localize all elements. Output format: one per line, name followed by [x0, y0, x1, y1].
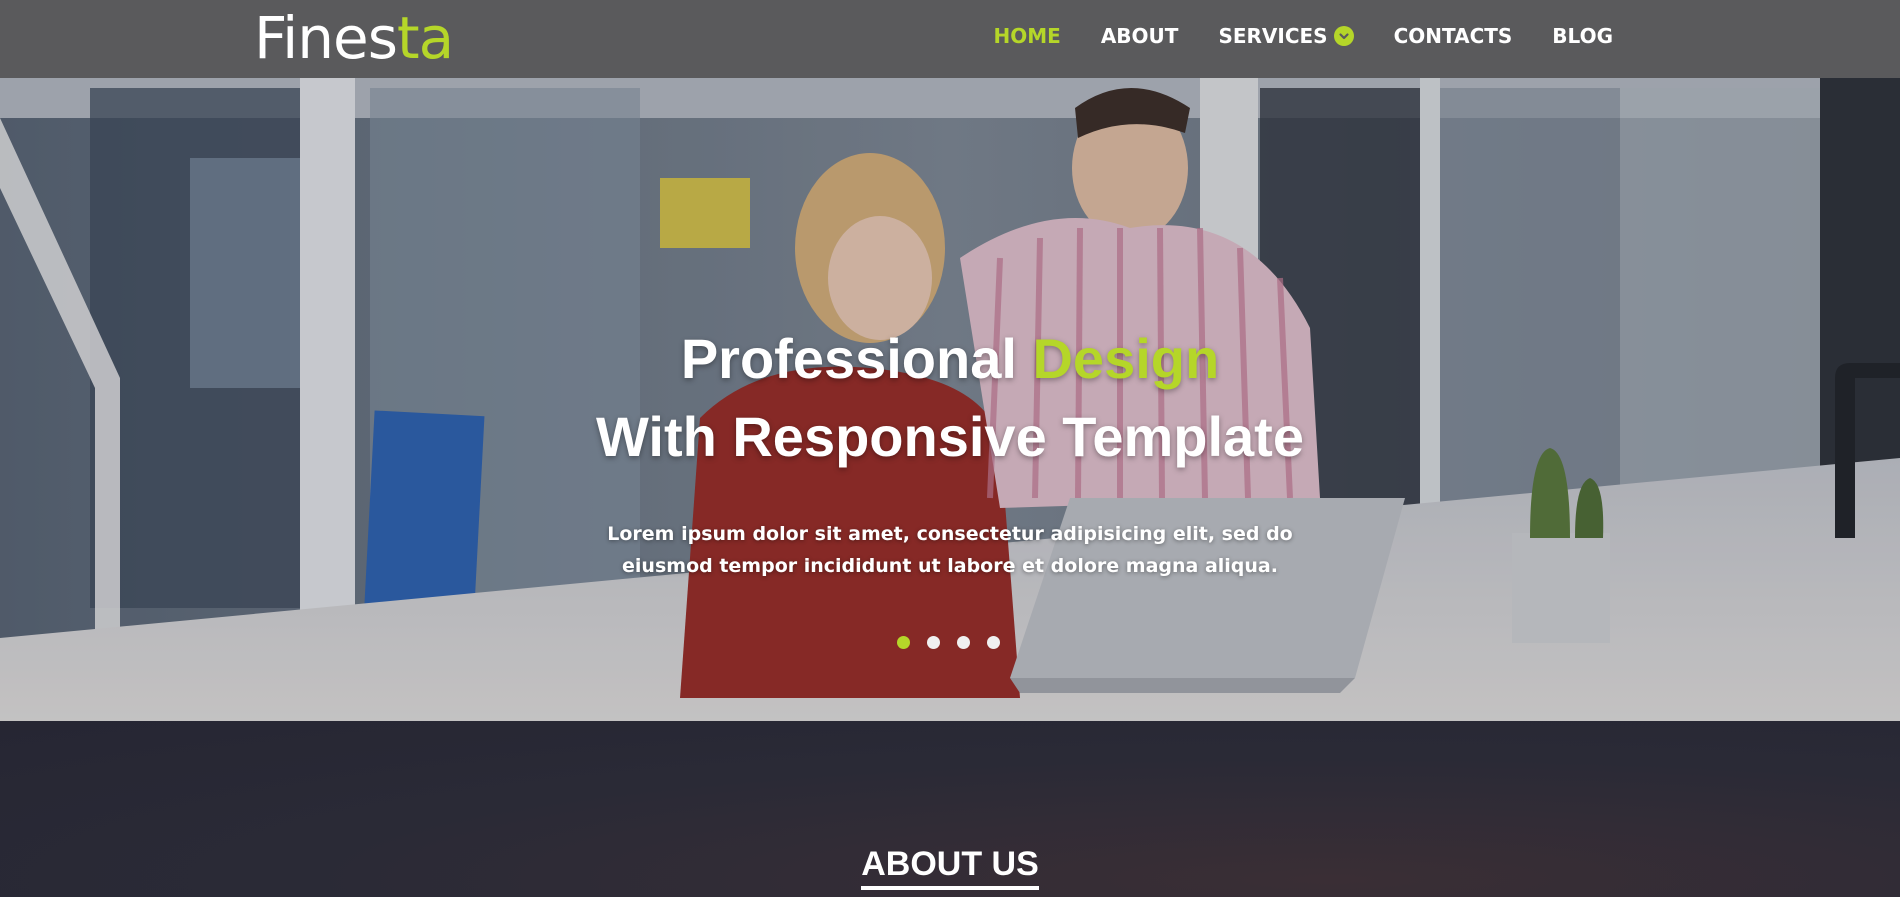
hero-subtitle: Lorem ipsum dolor sit amet, consectetur … [607, 523, 1293, 577]
nav-services[interactable]: SERVICES [1218, 24, 1354, 48]
nav-home[interactable]: HOME [994, 24, 1061, 48]
nav-contacts[interactable]: CONTACTS [1394, 24, 1513, 48]
hero-slider: Professional Design With Responsive Temp… [0, 78, 1900, 721]
slider-dot-1[interactable] [897, 636, 910, 649]
about-section: ABOUT US [0, 721, 1900, 897]
nav-services-label: SERVICES [1218, 24, 1328, 48]
site-header: Finesta HOME ABOUT SERVICES CONTACTS BLO… [0, 0, 1900, 78]
slider-dot-4[interactable] [987, 636, 1000, 649]
hero-title-accent: Design [1032, 327, 1220, 390]
logo-main-text: Fines [254, 4, 398, 72]
hero-title-line2: With Responsive Template [596, 405, 1304, 468]
logo[interactable]: Finesta [254, 4, 454, 72]
nav-blog[interactable]: BLOG [1552, 24, 1613, 48]
logo-accent-text: ta [396, 4, 454, 72]
about-heading-text: ABOUT US [861, 845, 1039, 890]
slider-dot-3[interactable] [957, 636, 970, 649]
slider-dot-2[interactable] [927, 636, 940, 649]
about-heading: ABOUT US [0, 845, 1900, 890]
nav-about[interactable]: ABOUT [1101, 24, 1179, 48]
main-nav: HOME ABOUT SERVICES CONTACTS BLOG [994, 0, 1613, 72]
hero-overlay [0, 78, 1900, 721]
hero-title-line1: Professional Design [0, 326, 1900, 391]
hero-title-line1-text: Professional [680, 327, 1017, 390]
chevron-down-circle-icon[interactable] [1333, 26, 1354, 46]
slider-pagination [897, 636, 1000, 649]
